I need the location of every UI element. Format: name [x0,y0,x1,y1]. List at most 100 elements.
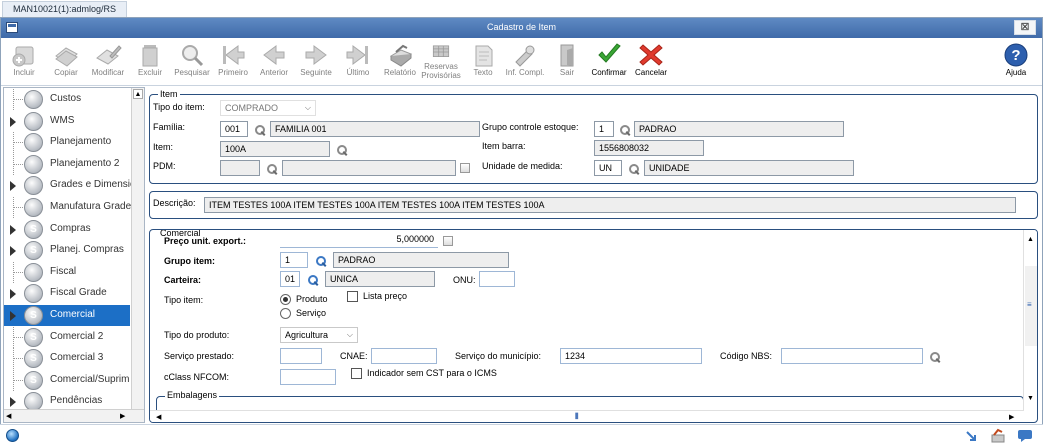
item-search-icon[interactable] [336,144,348,156]
cnae-field[interactable] [371,348,437,364]
codigo-nbs-label: Código NBS: [720,351,773,361]
item-code-field[interactable]: 100A [220,141,330,157]
sidebar-item-label: Comercial/Suprim [50,374,130,385]
primeiro-button[interactable]: Primeiro [212,40,254,84]
scroll-left-icon[interactable]: ◀ [156,413,161,421]
onu-field[interactable] [479,271,515,287]
preco-unit-export-field[interactable]: 5,000000 [280,232,438,248]
indicador-sem-cst-label: Indicador sem CST para o ICMS [367,368,497,378]
scroll-up-icon[interactable]: ▲ [1027,236,1034,243]
tab-man10021[interactable]: MAN10021(1):admlog/RS [2,1,128,17]
pdm-search-icon[interactable] [266,163,278,175]
sidebar-item[interactable]: S Comercial/Suprim [4,370,130,391]
scroll-right-icon[interactable]: ▶ [120,412,125,420]
tipo-item-label: Tipo do item: [153,102,205,112]
sair-button[interactable]: Sair [546,40,588,84]
tipo-item-select[interactable]: COMPRADO ⌵ [220,100,316,116]
produto-radio-label: Produto [296,294,328,304]
carteira-search-icon[interactable] [307,274,319,286]
expand-arrow-icon[interactable] [10,181,16,191]
sidebar-item[interactable]: Fiscal Grade [4,283,130,304]
expand-arrow-icon[interactable] [10,225,16,235]
cancelar-button[interactable]: Cancelar [630,40,672,84]
message-icon[interactable] [1017,429,1033,443]
excluir-button[interactable]: Excluir [129,40,171,84]
module-icon [24,155,43,174]
scroll-left-icon[interactable]: ◀ [6,412,11,420]
pdm-code-field[interactable] [220,160,260,176]
servico-prestado-field[interactable] [280,348,322,364]
servico-radio[interactable] [280,308,291,319]
incluir-button[interactable]: Incluir [3,40,45,84]
anterior-button[interactable]: Anterior [253,40,295,84]
trash-icon [142,45,158,67]
last-icon [346,45,368,65]
sidebar-item[interactable]: Planejamento 2 [4,154,130,175]
pesquisar-button[interactable]: Pesquisar [171,40,213,84]
copiar-button[interactable]: Copiar [45,40,87,84]
relatorio-button[interactable]: Relatório [379,40,421,84]
grupo-controle-code-field[interactable]: 1 [594,121,614,137]
grupo-controle-search-icon[interactable] [619,124,631,136]
scroll-up-icon[interactable]: ▲ [133,89,143,99]
expand-arrow-icon[interactable] [10,397,16,407]
confirmar-button[interactable]: Confirmar [588,40,630,84]
carteira-code-field[interactable]: 01 [280,271,300,287]
codigo-nbs-search-icon[interactable] [929,351,941,363]
expand-arrow-icon[interactable] [10,117,16,127]
expand-arrow-icon[interactable] [10,311,16,321]
item-barra-field[interactable]: 1556808032 [594,140,704,156]
preco-detail-icon[interactable] [443,236,453,246]
codigo-nbs-field[interactable] [781,348,923,364]
sidebar-item[interactable]: S Comercial 2 [4,327,130,348]
pesquisar-label: Pesquisar [174,68,210,77]
reservas-button[interactable]: Reservas Provisórias [420,40,462,84]
pdm-detail-icon[interactable] [460,163,470,173]
expand-arrow-icon[interactable] [10,289,16,299]
sidebar-item[interactable]: S Planej. Compras [4,240,130,261]
tipo-produto-select[interactable]: Agricultura ⌵ [280,327,358,343]
texto-button[interactable]: Texto [462,40,504,84]
descricao-group: Descrição: ITEM TESTES 100A ITEM TESTES … [149,191,1038,219]
resize-icon[interactable] [964,429,978,443]
sidebar-item[interactable]: Fiscal [4,262,130,283]
sidebar-item[interactable]: S Compras [4,219,130,240]
lista-preco-checkbox[interactable] [347,291,358,302]
printer-icon [389,44,413,67]
descricao-field[interactable]: ITEM TESTES 100A ITEM TESTES 100A ITEM T… [204,197,1016,213]
sidebar-horizontal-scrollbar[interactable]: ◀ ▶ [4,409,144,422]
inf-compl-button[interactable]: Inf. Compl. [504,40,546,84]
indicador-sem-cst-checkbox[interactable] [351,368,362,379]
report-icon[interactable] [990,428,1006,444]
cclass-nfcom-field[interactable] [280,369,336,385]
ultimo-button[interactable]: Último [337,40,379,84]
unidade-search-icon[interactable] [628,163,640,175]
seguinte-button[interactable]: Seguinte [295,40,337,84]
module-icon: S [24,220,43,239]
module-icon: S [24,241,43,260]
grupo-item-search-icon[interactable] [315,255,327,267]
reservas-label: Reservas [424,62,458,71]
sidebar-item[interactable]: Planejamento [4,132,130,153]
sidebar-item[interactable]: Custos [4,89,130,110]
scroll-right-icon[interactable]: ▶ [1009,413,1014,421]
comercial-vertical-scrollbar[interactable]: ▲ ≡ ▼ [1023,230,1037,410]
close-button[interactable]: ⊠ [1014,20,1036,35]
sidebar-item[interactable]: Manufatura Grade [4,197,131,218]
scroll-down-icon[interactable]: ▼ [1027,395,1034,402]
familia-search-icon[interactable] [254,124,266,136]
sidebar-item[interactable]: WMS [4,111,130,132]
familia-code-field[interactable]: 001 [220,121,248,137]
sidebar-item[interactable]: Grades e Dimensio [4,175,136,196]
servico-municipio-field[interactable]: 1234 [560,348,702,364]
sidebar-item[interactable]: S Comercial 3 [4,348,130,369]
grupo-item-code-field[interactable]: 1 [280,252,308,268]
modificar-button[interactable]: Modificar [87,40,129,84]
sidebar-vertical-scrollbar[interactable]: ▲ [131,88,144,410]
ajuda-button[interactable]: ? Ajuda [995,40,1037,84]
unidade-code-field[interactable]: UN [594,160,622,176]
sidebar-item[interactable]: S Comercial [4,305,130,326]
comercial-horizontal-scrollbar[interactable]: ◀ ⦀ ▶ [150,410,1024,422]
expand-arrow-icon[interactable] [10,246,16,256]
produto-radio[interactable] [280,294,291,305]
